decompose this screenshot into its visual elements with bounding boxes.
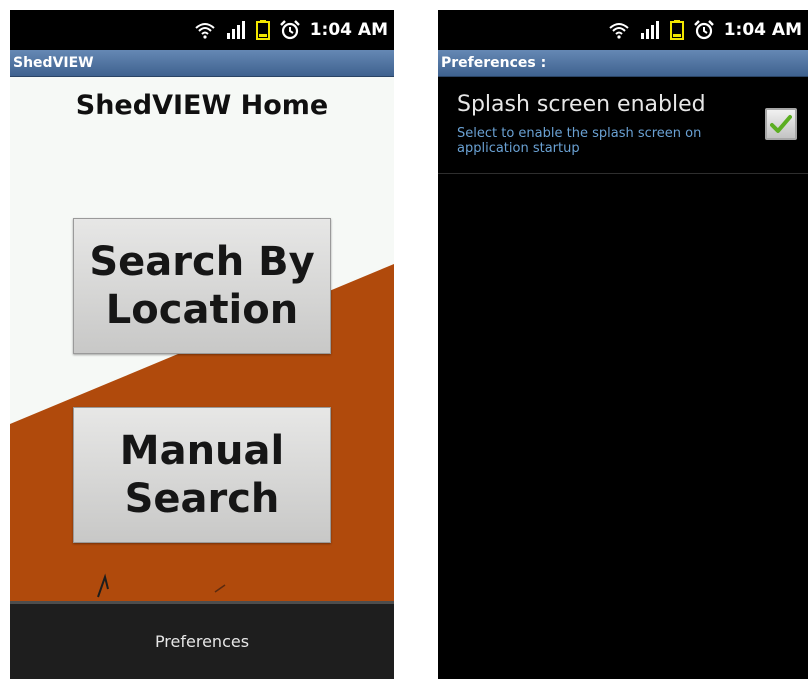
preference-title: Splash screen enabled <box>457 92 706 117</box>
splash-screen-preference[interactable]: Splash screen enabled Select to enable t… <box>438 76 808 174</box>
search-by-location-label: Search By Location <box>89 239 315 333</box>
preferences-title-bar: Preferences : <box>438 50 808 77</box>
alarm-icon <box>693 20 714 40</box>
alarm-icon <box>279 20 300 40</box>
battery-icon <box>255 20 270 40</box>
home-screen: 1:04 AM ShedVIEW ShedVIEW Home Search By… <box>10 10 394 679</box>
signal-icon <box>226 21 246 39</box>
status-bar: 1:04 AM <box>10 10 394 50</box>
home-title: ShedVIEW Home <box>75 90 329 121</box>
search-by-location-button[interactable]: Search By Location <box>73 218 331 354</box>
preference-summary: Select to enable the splash screen on ap… <box>457 126 702 156</box>
status-time: 1:04 AM <box>723 20 802 40</box>
battery-icon <box>669 20 684 40</box>
splash-screen-checkbox[interactable] <box>765 108 797 140</box>
status-bar: 1:04 AM <box>438 10 808 50</box>
signal-icon <box>640 21 660 39</box>
wifi-icon <box>608 21 630 39</box>
menu-item-preferences[interactable]: Preferences <box>155 632 249 651</box>
app-title-bar: ShedVIEW <box>10 50 394 77</box>
manual-search-button[interactable]: Manual Search <box>73 407 331 543</box>
options-menu-bar: Preferences <box>10 601 394 679</box>
manual-search-label: Manual Search <box>119 428 285 522</box>
preferences-screen: 1:04 AM Preferences : Splash screen enab… <box>438 10 808 679</box>
wifi-icon <box>194 21 216 39</box>
status-time: 1:04 AM <box>309 20 388 40</box>
checkmark-icon <box>770 115 792 133</box>
